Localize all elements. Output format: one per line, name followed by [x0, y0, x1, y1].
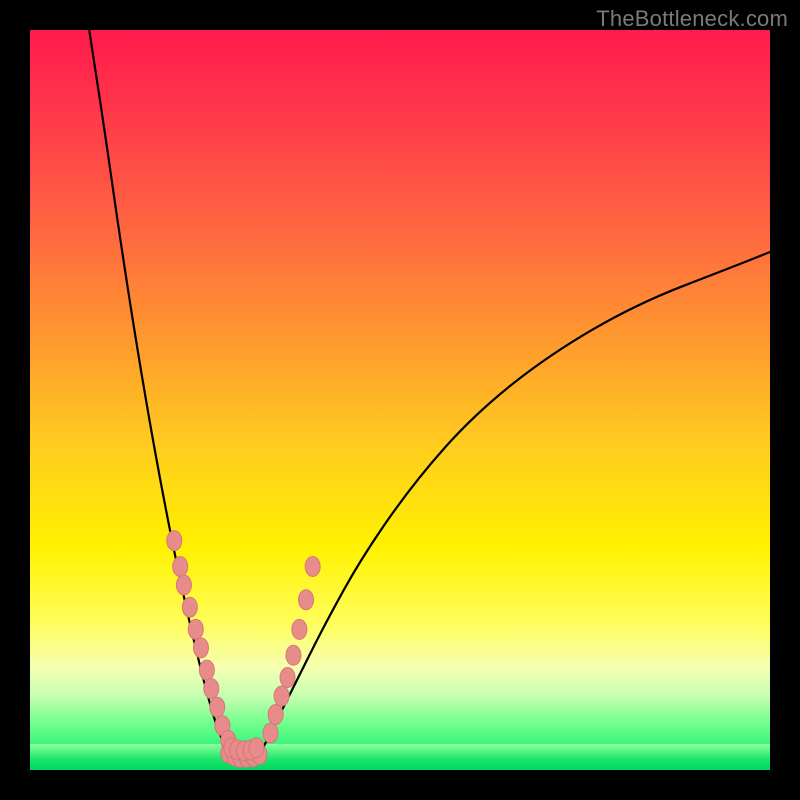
- left-dots-point: [176, 575, 191, 595]
- left-dots-point: [188, 619, 203, 639]
- right-curve: [259, 252, 770, 755]
- right-dots-point: [286, 645, 301, 665]
- right-dots-point: [280, 668, 295, 688]
- left-dots-point: [173, 557, 188, 577]
- curves-group: [89, 30, 770, 755]
- left-dots-point: [204, 679, 219, 699]
- bottom-dots-point: [249, 738, 264, 758]
- right-dots-point: [263, 723, 278, 743]
- right-dots-point: [274, 686, 289, 706]
- dots-group: [167, 531, 320, 768]
- chart-overlay: [30, 30, 770, 770]
- left-dots-point: [210, 697, 225, 717]
- plot-area: [30, 30, 770, 770]
- left-dots-point: [199, 660, 214, 680]
- watermark-text: TheBottleneck.com: [596, 6, 788, 32]
- chart-frame: TheBottleneck.com: [0, 0, 800, 800]
- right-dots-point: [299, 590, 314, 610]
- left-dots-point: [167, 531, 182, 551]
- left-dots-point: [182, 597, 197, 617]
- right-dots-point: [305, 557, 320, 577]
- right-dots-point: [292, 619, 307, 639]
- left-dots-point: [193, 638, 208, 658]
- right-dots-point: [268, 705, 283, 725]
